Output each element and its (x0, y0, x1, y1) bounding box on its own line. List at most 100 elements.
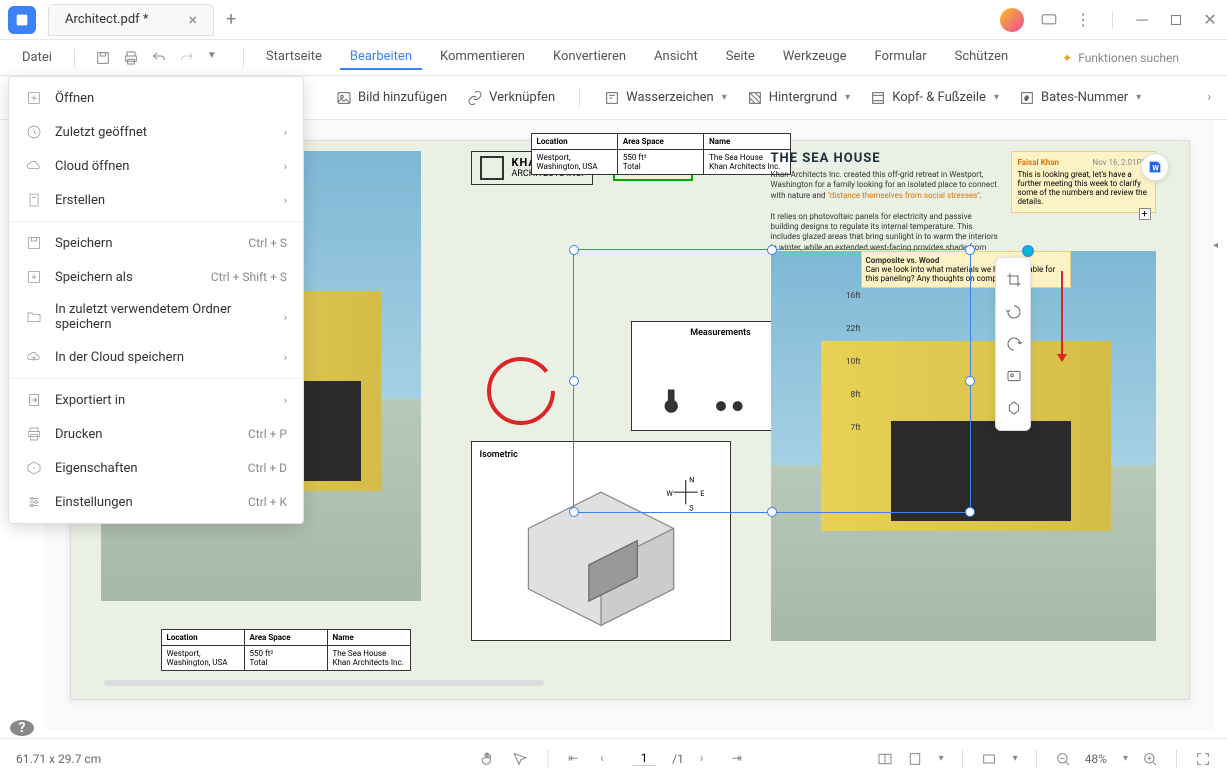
menu-startseite[interactable]: Startseite (256, 45, 332, 70)
search-functions[interactable]: ✦ Funktionen suchen (1062, 51, 1179, 65)
header-footer-icon (870, 90, 886, 106)
resize-handle[interactable] (965, 245, 975, 255)
close-tab-icon[interactable]: × (189, 10, 198, 29)
chat-icon[interactable] (1040, 11, 1058, 29)
rotate-right-icon[interactable] (996, 328, 1032, 360)
watermark-tool[interactable]: Wasserzeichen▾ (604, 90, 727, 106)
prev-page-icon[interactable]: ‹ (600, 751, 616, 767)
menu-item-eigenschaften[interactable]: EigenschaftenCtrl + D (9, 451, 303, 485)
cloud-icon (25, 157, 43, 175)
undo-icon[interactable] (151, 50, 167, 66)
background-icon (747, 90, 763, 106)
user-avatar-icon[interactable] (1000, 8, 1024, 32)
menu-werkzeuge[interactable]: Werkzeuge (773, 45, 857, 70)
read-mode-icon[interactable] (877, 751, 893, 767)
new-tab-button[interactable]: + (226, 9, 236, 30)
menu-item-speichern[interactable]: SpeichernCtrl + S (9, 226, 303, 260)
app-logo-icon[interactable] (8, 6, 36, 34)
bates-tool[interactable]: #Bates-Nummer▾ (1019, 90, 1141, 106)
file-menu[interactable]: Datei (12, 46, 62, 69)
chevron-down-icon[interactable]: ▾ (1013, 753, 1018, 764)
horizontal-scrollbar[interactable] (104, 680, 544, 686)
zoom-in-icon[interactable] (1142, 751, 1158, 767)
menu-separator (9, 378, 303, 379)
export-icon (25, 391, 43, 409)
chevron-down-icon[interactable]: ▾ (939, 753, 944, 764)
save-icon (25, 234, 43, 252)
menu-item-drucken[interactable]: DruckenCtrl + P (9, 417, 303, 451)
resize-handle[interactable] (569, 507, 579, 517)
last-page-icon[interactable]: ⇥ (732, 751, 748, 767)
menu-schützen[interactable]: Schützen (945, 45, 1019, 70)
rotate-handle[interactable] (1022, 245, 1034, 257)
rotate-left-icon[interactable] (996, 296, 1032, 328)
close-button[interactable]: ✕ (1201, 11, 1219, 29)
menu-ansicht[interactable]: Ansicht (644, 45, 708, 70)
zoom-out-icon[interactable] (1055, 751, 1071, 767)
resize-handle[interactable] (767, 245, 777, 255)
menu-item-in-zuletzt-verwendetem-ordner-speichern[interactable]: In zuletzt verwendetem Ordner speichern› (9, 294, 303, 340)
redo-icon[interactable] (179, 50, 195, 66)
word-export-badge[interactable]: W (1141, 153, 1169, 181)
menu-item-einstellungen[interactable]: EinstellungenCtrl + K (9, 485, 303, 519)
resize-handle[interactable] (569, 376, 579, 386)
menu-item-zuletzt-geöffnet[interactable]: Zuletzt geöffnet› (9, 115, 303, 149)
crop-icon[interactable] (996, 264, 1032, 296)
background-tool[interactable]: Hintergrund▾ (747, 90, 850, 106)
menu-item-speichern-als[interactable]: Speichern alsCtrl + Shift + S (9, 260, 303, 294)
info-table-left: LocationArea SpaceName Westport, Washing… (161, 629, 411, 671)
chevron-down-icon[interactable]: ▾ (1123, 753, 1128, 764)
floating-image-toolbar (995, 257, 1031, 431)
print-icon[interactable] (123, 50, 139, 66)
selection-box[interactable] (573, 249, 971, 513)
resize-handle[interactable] (965, 376, 975, 386)
image-icon (336, 90, 352, 106)
resize-handle[interactable] (569, 245, 579, 255)
link-tool[interactable]: Verknüpfen (467, 90, 555, 106)
page-input[interactable] (632, 751, 656, 766)
maximize-button[interactable] (1167, 11, 1185, 29)
watermark-icon (604, 90, 620, 106)
menu-kommentieren[interactable]: Kommentieren (430, 45, 535, 70)
resize-handle[interactable] (965, 507, 975, 517)
hand-tool-icon[interactable] (479, 751, 495, 767)
menu-bearbeiten[interactable]: Bearbeiten (340, 45, 422, 70)
qat-dropdown-icon[interactable]: ▼ (207, 50, 223, 66)
replace-image-icon[interactable] (996, 360, 1032, 392)
menu-item-öffnen[interactable]: Öffnen (9, 81, 303, 115)
fullscreen-icon[interactable] (1195, 751, 1211, 767)
fit-mode-icon[interactable] (981, 751, 997, 767)
view-mode-icon[interactable] (907, 751, 923, 767)
menu-konvertieren[interactable]: Konvertieren (543, 45, 636, 70)
comment-note[interactable]: Faisal KhanNov 16, 2:01PM This is lookin… (1011, 151, 1156, 213)
menu-item-cloud-öffnen[interactable]: Cloud öffnen› (9, 149, 303, 183)
first-page-icon[interactable]: ⇤ (568, 751, 584, 767)
minimize-button[interactable]: ─ (1133, 11, 1151, 29)
red-circle-annotation[interactable] (481, 351, 561, 431)
right-panel-toggle-icon[interactable]: ◂ (1213, 240, 1227, 251)
separator (579, 89, 580, 107)
header-footer-tool[interactable]: Kopf- & Fußzeile▾ (870, 90, 999, 106)
link-icon (467, 90, 483, 106)
menu-formular[interactable]: Formular (865, 45, 937, 70)
separator (1112, 11, 1113, 29)
next-page-icon[interactable]: › (700, 751, 716, 767)
svg-text:#: # (1024, 94, 1029, 102)
menu-item-exportiert-in[interactable]: Exportiert in› (9, 383, 303, 417)
select-tool-icon[interactable] (511, 751, 527, 767)
toolbar-scroll-right-icon[interactable]: › (1207, 90, 1211, 105)
help-button[interactable]: ? (10, 720, 34, 736)
red-arrow-annotation[interactable] (1061, 271, 1063, 361)
search-label: Funktionen suchen (1078, 51, 1179, 65)
settings-icon (25, 493, 43, 511)
add-note-icon[interactable]: + (1139, 208, 1151, 220)
more-icon[interactable]: ⋮ (1074, 11, 1092, 29)
extract-icon[interactable] (996, 392, 1032, 424)
add-image-tool[interactable]: Bild hinzufügen (336, 90, 447, 106)
menu-item-erstellen[interactable]: Erstellen› (9, 183, 303, 217)
document-tab[interactable]: Architect.pdf * × (48, 4, 214, 36)
menu-item-in-der-cloud-speichern[interactable]: In der Cloud speichern› (9, 340, 303, 374)
resize-handle[interactable] (767, 507, 777, 517)
menu-seite[interactable]: Seite (716, 45, 765, 70)
save-icon[interactable] (95, 50, 111, 66)
